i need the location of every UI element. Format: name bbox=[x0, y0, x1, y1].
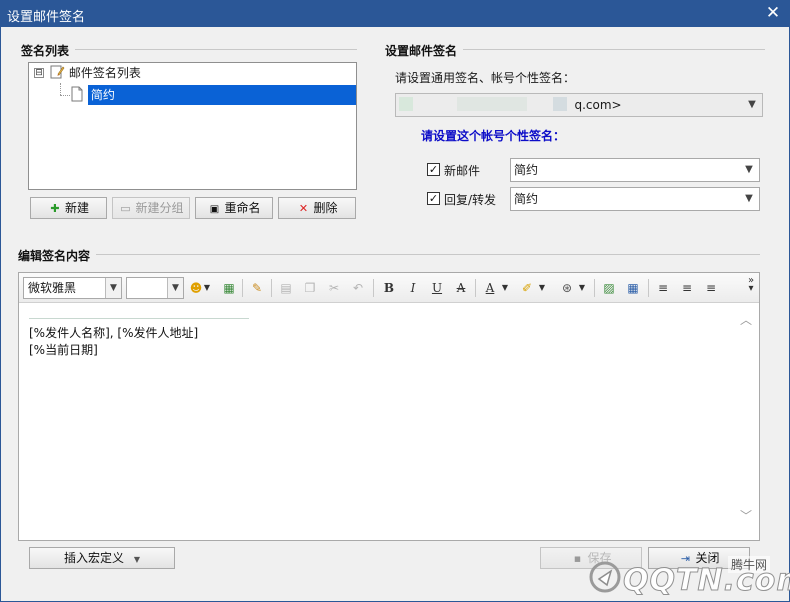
watermark-logo bbox=[589, 561, 621, 593]
font-size-select[interactable]: ▼ bbox=[126, 277, 184, 299]
link-dropdown-icon[interactable]: ▼ bbox=[577, 280, 587, 296]
link-icon[interactable]: ⊛ bbox=[559, 280, 575, 296]
editor-toolbar: 微软雅黑 ▼ ▼ ☻ ▼ ▦ ✎ ▤ ❐ ✂ ↶ B I U A A ▼ ✐ ▼… bbox=[19, 273, 759, 303]
editor-divider bbox=[18, 254, 760, 255]
insert-macro-label: 插入宏定义 bbox=[64, 551, 125, 565]
tree-connector-vertical bbox=[60, 83, 61, 95]
image-insert-icon[interactable]: ▦ bbox=[221, 280, 237, 296]
content-line-1: [%发件人名称], [%发件人地址] bbox=[29, 326, 199, 340]
align-left-icon[interactable]: ≡ bbox=[655, 280, 671, 296]
chevron-down-icon: ▼ bbox=[133, 555, 140, 564]
new-signature-button[interactable]: ✚ 新建 bbox=[30, 197, 107, 219]
scroll-down-icon[interactable]: ﹀ bbox=[739, 509, 753, 523]
new-mail-checkbox[interactable]: ✓ bbox=[427, 163, 440, 176]
scroll-up-icon[interactable]: ︿ bbox=[739, 313, 753, 327]
toolbar-overflow-icon[interactable]: » ▾ bbox=[743, 276, 759, 294]
undo-icon[interactable]: ↶ bbox=[350, 280, 366, 296]
account-value: q.com> bbox=[574, 98, 622, 112]
toolbar-separator bbox=[373, 279, 374, 297]
delete-label: 删除 bbox=[313, 201, 338, 215]
close-icon[interactable]: ✕ bbox=[763, 3, 783, 23]
site-watermark: 腾牛网 QQTN.com bbox=[583, 549, 790, 601]
toolbar-separator bbox=[594, 279, 595, 297]
rename-button[interactable]: ▣ 重命名 bbox=[195, 197, 273, 219]
editor-title: 编辑签名内容 bbox=[18, 247, 97, 264]
toolbar-separator bbox=[271, 279, 272, 297]
cut-icon[interactable]: ✂ bbox=[326, 280, 342, 296]
new-group-button[interactable]: ▭ 新建分组 bbox=[112, 197, 190, 219]
delete-button[interactable]: ✕ 删除 bbox=[278, 197, 356, 219]
signature-folder-icon bbox=[50, 65, 65, 79]
rename-label: 重命名 bbox=[224, 201, 261, 215]
align-center-icon[interactable]: ≡ bbox=[679, 280, 695, 296]
toolbar-separator bbox=[475, 279, 476, 297]
title-bar: 设置邮件签名 ✕ bbox=[1, 1, 789, 27]
signature-content[interactable]: [%发件人名称], [%发件人地址] [%当前日期] bbox=[29, 325, 198, 359]
account-avatar bbox=[399, 97, 413, 111]
highlight-dropdown-icon[interactable]: ▼ bbox=[537, 280, 547, 296]
account-blurred-part bbox=[552, 97, 567, 111]
insert-macro-button[interactable]: 插入宏定义 ▼ bbox=[29, 547, 175, 569]
bold-icon[interactable]: B bbox=[381, 280, 397, 296]
toolbar-separator bbox=[648, 279, 649, 297]
folder-icon: ▭ bbox=[120, 202, 131, 215]
paste-icon[interactable]: ▤ bbox=[278, 280, 294, 296]
strikethrough-icon[interactable]: A bbox=[453, 280, 469, 296]
new-mail-signature-value: 简约 bbox=[514, 163, 539, 177]
chevron-down-icon: ▼ bbox=[105, 278, 121, 298]
copy-icon[interactable]: ❐ bbox=[302, 280, 318, 296]
tree-connector-horizontal bbox=[60, 95, 70, 96]
format-brush-icon[interactable]: ✎ bbox=[249, 280, 265, 296]
content-divider bbox=[29, 318, 249, 319]
general-signature-prompt: 请设置通用签名、帐号个性签名： bbox=[395, 71, 576, 85]
watermark-brand: QQTN.com bbox=[623, 563, 790, 599]
reply-forward-signature-value: 简约 bbox=[514, 192, 539, 206]
account-signature-prompt: 请设置这个帐号个性签名： bbox=[421, 129, 566, 143]
tree-root-label: 邮件签名列表 bbox=[68, 66, 141, 80]
underline-icon[interactable]: U bbox=[429, 280, 445, 296]
font-color-icon[interactable]: A bbox=[482, 280, 498, 296]
rename-icon: ▣ bbox=[209, 204, 220, 215]
signature-list-title: 签名列表 bbox=[21, 42, 76, 59]
delete-icon: ✕ bbox=[298, 202, 309, 215]
image-icon[interactable]: ▨ bbox=[601, 280, 617, 296]
collapse-icon[interactable]: ⊟ bbox=[34, 68, 44, 78]
account-select[interactable]: q.com> ▼ bbox=[395, 93, 763, 117]
font-color-dropdown-icon[interactable]: ▼ bbox=[500, 280, 510, 296]
reply-forward-label: 回复/转发 bbox=[444, 193, 497, 207]
chevron-down-icon: ▼ bbox=[748, 99, 756, 110]
tree-item-label: 简约 bbox=[87, 85, 356, 105]
toolbar-separator bbox=[242, 279, 243, 297]
italic-icon[interactable]: I bbox=[405, 280, 421, 296]
emoji-dropdown-icon[interactable]: ▼ bbox=[202, 280, 212, 296]
settings-title: 设置邮件签名 bbox=[385, 42, 464, 59]
font-family-value: 微软雅黑 bbox=[28, 281, 77, 295]
tree-item-jianyue[interactable]: 简约 bbox=[70, 85, 356, 105]
account-blurred-name bbox=[456, 97, 527, 111]
new-mail-signature-select[interactable]: 简约 ▼ bbox=[510, 158, 760, 182]
signature-file-icon bbox=[71, 86, 83, 102]
font-family-select[interactable]: 微软雅黑 ▼ bbox=[23, 277, 122, 299]
chevron-down-icon: ▼ bbox=[745, 193, 753, 204]
chevron-down-icon: ▼ bbox=[167, 278, 183, 298]
reply-forward-checkbox[interactable]: ✓ bbox=[427, 192, 440, 205]
signature-tree[interactable]: ⊟ 邮件签名列表 简约 bbox=[28, 62, 357, 190]
align-right-icon[interactable]: ≡ bbox=[703, 280, 719, 296]
signature-settings-dialog: 设置邮件签名 ✕ 签名列表 ⊟ 邮件签名列表 简约 ✚ 新建 ▭ 新建分组 ▣ … bbox=[0, 0, 790, 602]
highlight-icon[interactable]: ✐ bbox=[519, 280, 535, 296]
new-group-label: 新建分组 bbox=[135, 201, 184, 215]
new-icon: ✚ bbox=[50, 202, 60, 215]
table-icon[interactable]: ▦ bbox=[625, 280, 641, 296]
tree-root-item[interactable]: 邮件签名列表 bbox=[49, 63, 141, 83]
new-mail-label: 新邮件 bbox=[444, 164, 481, 178]
content-line-2: [%当前日期] bbox=[29, 343, 98, 357]
new-label: 新建 bbox=[64, 201, 89, 215]
signature-editor[interactable]: 微软雅黑 ▼ ▼ ☻ ▼ ▦ ✎ ▤ ❐ ✂ ↶ B I U A A ▼ ✐ ▼… bbox=[18, 272, 760, 541]
chevron-down-icon: ▼ bbox=[745, 164, 753, 175]
window-title: 设置邮件签名 bbox=[7, 10, 86, 25]
reply-forward-signature-select[interactable]: 简约 ▼ bbox=[510, 187, 760, 211]
